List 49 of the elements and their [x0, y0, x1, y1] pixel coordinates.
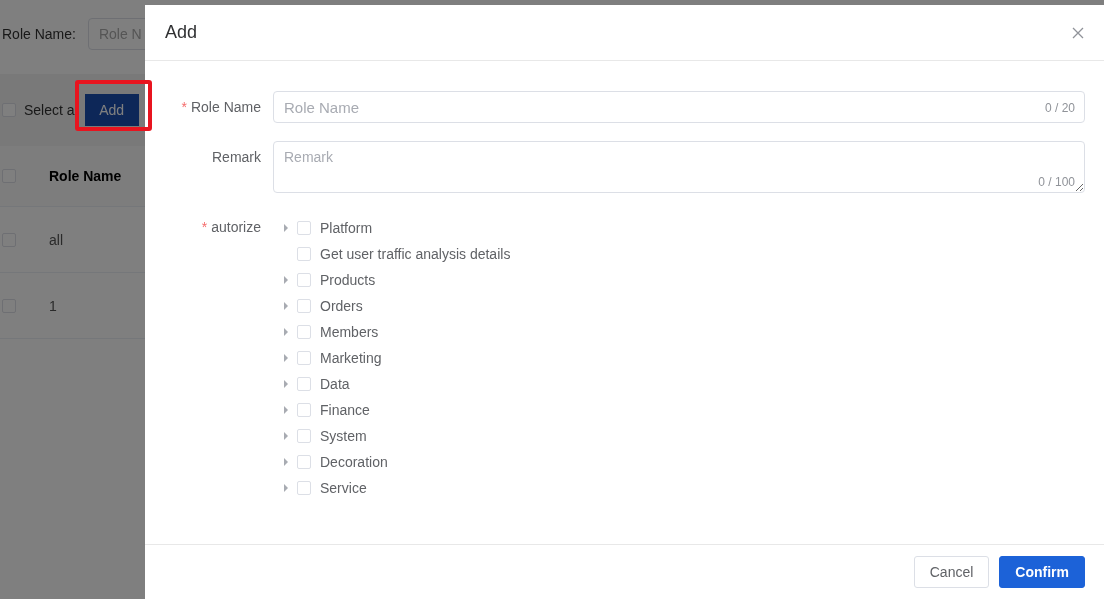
character-counter: 0 / 20	[1044, 101, 1075, 115]
expand-caret-icon[interactable]	[283, 354, 289, 362]
tree-checkbox[interactable]	[297, 481, 311, 495]
tree-checkbox[interactable]	[297, 429, 311, 443]
tree-node-label[interactable]: Decoration	[320, 454, 388, 470]
expand-caret-icon[interactable]	[283, 380, 289, 388]
required-mark: *	[181, 99, 187, 115]
tree-checkbox[interactable]	[297, 247, 311, 261]
tree-node-label[interactable]: Data	[320, 376, 350, 392]
tree-node-label[interactable]: Products	[320, 272, 376, 288]
tree-node-label[interactable]: Orders	[320, 298, 363, 314]
expand-caret-icon[interactable]	[283, 406, 289, 414]
tree-node-label[interactable]: Platform	[320, 220, 373, 236]
field-label: Remark	[212, 149, 261, 165]
tree-checkbox[interactable]	[297, 221, 311, 235]
required-mark: *	[201, 219, 208, 235]
tree-checkbox[interactable]	[297, 273, 311, 287]
expand-caret-icon[interactable]	[283, 484, 289, 492]
tree-checkbox[interactable]	[297, 403, 311, 417]
close-icon[interactable]	[1072, 26, 1084, 39]
tree-checkbox[interactable]	[297, 299, 311, 313]
confirm-button[interactable]: Confirm	[999, 556, 1085, 588]
cancel-button[interactable]: Cancel	[913, 556, 990, 588]
filter-label: Role Name:	[2, 26, 76, 42]
tree-checkbox[interactable]	[297, 377, 311, 391]
tree-checkbox[interactable]	[297, 351, 311, 365]
table-cell: all	[49, 231, 63, 248]
tree-node-label[interactable]: Service	[320, 480, 367, 496]
tree-node-label[interactable]: Members	[320, 324, 379, 340]
column-header: Role Name	[49, 168, 122, 184]
expand-caret-icon[interactable]	[283, 224, 289, 232]
tree-checkbox[interactable]	[297, 325, 311, 339]
expand-caret-icon[interactable]	[283, 302, 289, 310]
tree-node-label[interactable]: System	[320, 428, 367, 444]
tree-node-label[interactable]: Marketing	[320, 350, 382, 366]
expand-caret-icon[interactable]	[283, 276, 289, 284]
character-counter: 0 / 100	[1038, 175, 1075, 189]
field-label: Role Name	[190, 99, 261, 115]
tree-node-label[interactable]: Get user traffic analysis details	[320, 246, 511, 262]
add-button[interactable]: Add	[84, 94, 139, 126]
select-all-label: Select a	[24, 102, 75, 118]
expand-caret-icon[interactable]	[283, 328, 289, 336]
tree-node-label[interactable]: Finance	[320, 402, 370, 418]
expand-caret-icon[interactable]	[283, 458, 289, 466]
table-cell: 1	[49, 297, 57, 314]
drawer-title: Add	[165, 22, 198, 43]
tree-checkbox[interactable]	[297, 455, 311, 469]
field-label: autorize	[211, 219, 261, 235]
expand-caret-icon[interactable]	[283, 432, 289, 440]
